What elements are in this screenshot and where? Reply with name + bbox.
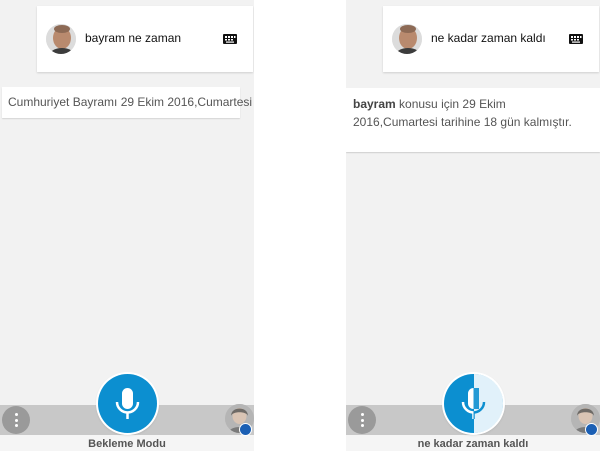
keyboard-icon[interactable]	[569, 34, 583, 44]
assistant-badge-icon	[239, 423, 252, 436]
assistant-answer-card: Cumhuriyet Bayramı 29 Ekim 2016,Cumartes…	[2, 87, 252, 118]
user-query-card: bayram ne zaman	[37, 6, 253, 72]
microphone-button[interactable]	[98, 374, 157, 433]
assistant-screen-listening: ne kadar zaman kaldı bayram konusu için …	[346, 0, 600, 451]
status-text: Bekleme Modu	[0, 435, 254, 451]
status-text: ne kadar zaman kaldı	[346, 435, 600, 451]
microphone-icon	[461, 388, 486, 419]
more-vertical-icon[interactable]	[2, 406, 30, 434]
answer-topic: bayram	[353, 97, 396, 111]
assistant-screen-standby: bayram ne zaman Cumhuriyet Bayramı 29 Ek…	[0, 0, 254, 451]
assistant-answer-card: bayram konusu için 29 Ekim 2016,Cumartes…	[346, 88, 600, 152]
assistant-badge-icon	[585, 423, 598, 436]
microphone-icon	[115, 388, 140, 419]
user-avatar	[46, 24, 76, 54]
more-vertical-icon[interactable]	[348, 406, 376, 434]
user-query-card: ne kadar zaman kaldı	[383, 6, 599, 72]
microphone-button[interactable]	[444, 374, 503, 433]
user-query-text: ne kadar zaman kaldı	[431, 31, 546, 45]
user-avatar	[392, 24, 422, 54]
keyboard-icon[interactable]	[223, 34, 237, 44]
user-query-text: bayram ne zaman	[85, 31, 182, 45]
